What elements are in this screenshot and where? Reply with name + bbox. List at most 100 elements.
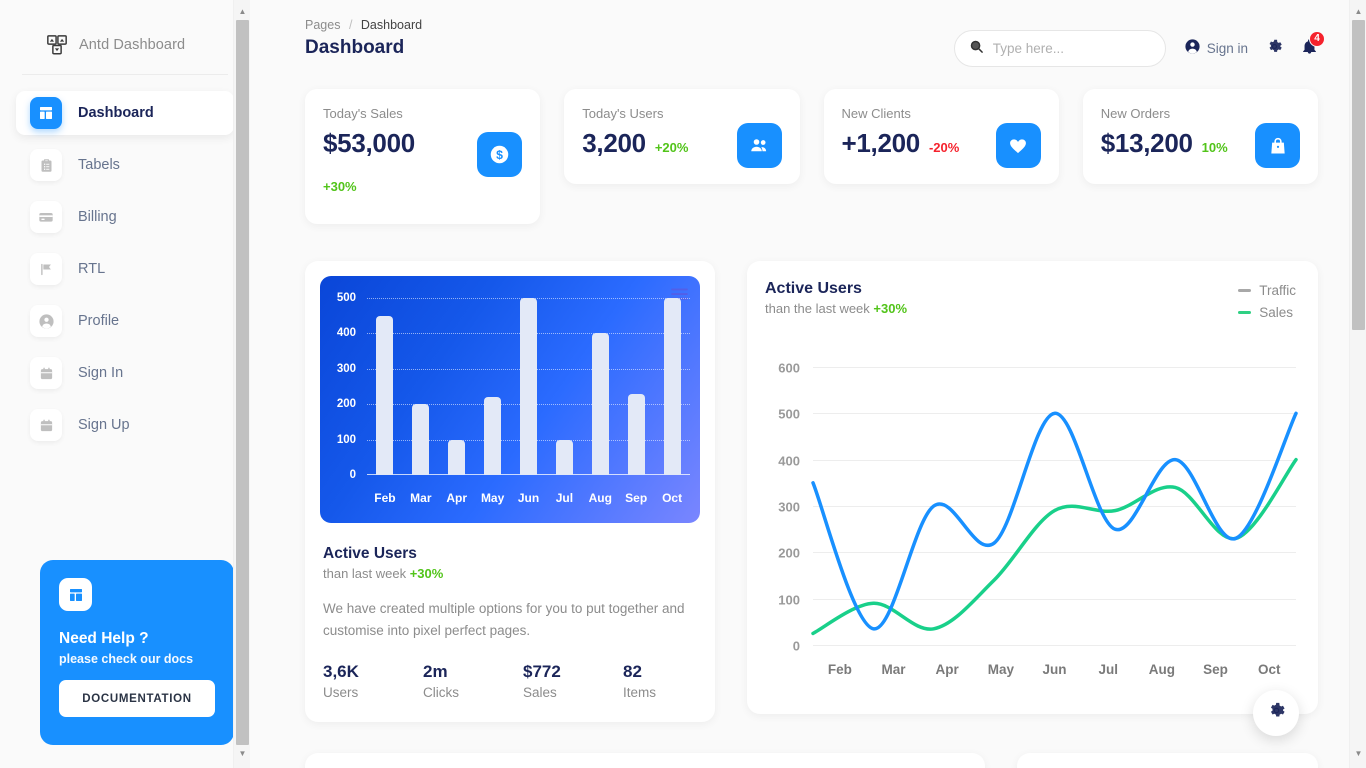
- layout-logo-icon: [46, 34, 68, 56]
- line-chart-y-tick: 300: [778, 499, 800, 515]
- sidebar-item-label: Profile: [78, 313, 120, 329]
- credit-card-icon: [30, 201, 62, 233]
- main-scrollbar[interactable]: ▲ ▼: [1349, 0, 1366, 768]
- line-chart-titles: Active Users than the last week +30%: [765, 280, 907, 316]
- mini-stat: $772 Sales: [523, 662, 623, 700]
- line-chart-x-tick: Feb: [827, 662, 852, 677]
- bottom-cards-row: [305, 753, 1318, 768]
- stat-card-todays-sales[interactable]: Today's Sales $53,000 +30% $: [305, 89, 541, 224]
- bottom-card-left[interactable]: [305, 753, 985, 768]
- documentation-button[interactable]: DOCUMENTATION: [59, 680, 215, 717]
- sidebar-scroll-thumb[interactable]: [236, 20, 249, 745]
- bar-chart-x-axis: Feb Mar Apr May Jun Jul Aug Sep Oct: [367, 491, 690, 505]
- line-chart-x-tick: May: [987, 662, 1014, 677]
- search-box[interactable]: [953, 30, 1166, 67]
- bar-chart-bar[interactable]: [663, 298, 681, 475]
- breadcrumb-parent[interactable]: Pages: [305, 18, 340, 32]
- bar-chart-card: 0 100 200 300 400 500 Feb Mar Apr May Jun Jul Aug Se…: [305, 261, 715, 722]
- bar-chart-bar-wrap: [367, 298, 403, 475]
- charts-row: 0 100 200 300 400 500 Feb Mar Apr May Jun Jul Aug Se…: [305, 261, 1318, 736]
- sidebar-item-rtl[interactable]: RTL: [16, 247, 234, 291]
- legend-label: Traffic: [1259, 283, 1296, 298]
- stat-value-row: $13,200 10%: [1101, 128, 1228, 159]
- sign-in-button[interactable]: Sign in: [1184, 38, 1248, 60]
- legend-item-sales[interactable]: Sales: [1238, 305, 1296, 320]
- stat-card-new-orders[interactable]: New Orders $13,200 10%: [1082, 89, 1318, 184]
- breadcrumb-current: Dashboard: [360, 18, 423, 32]
- line-series-traffic: [813, 413, 1296, 629]
- bar-chart-x-tick: Sep: [625, 491, 648, 505]
- bar-chart-card-body: Active Users than last week +30% We have…: [320, 523, 700, 700]
- bar-chart-x-tick: Aug: [588, 491, 612, 505]
- sidebar-item-dashboard[interactable]: Dashboard: [16, 91, 234, 135]
- settings-button[interactable]: [1266, 38, 1283, 60]
- scroll-down-arrow-icon[interactable]: ▼: [1350, 745, 1366, 762]
- sidebar: Antd Dashboard Dashboard Tabels Billing …: [0, 0, 250, 768]
- line-chart-y-tick: 600: [778, 360, 800, 376]
- bar-chart-bar[interactable]: [555, 439, 573, 475]
- calendar-icon: [30, 357, 62, 389]
- settings-fab-button[interactable]: [1253, 690, 1299, 736]
- scroll-down-arrow-icon[interactable]: ▼: [234, 745, 250, 762]
- line-chart-y-tick: 100: [778, 592, 800, 608]
- left-card-description: We have created multiple options for you…: [323, 601, 685, 638]
- bar-chart-bar-wrap: [654, 298, 690, 475]
- bar-chart-bar[interactable]: [591, 333, 609, 475]
- stat-delta: +20%: [654, 140, 689, 155]
- stat-value-row: +1,200 -20%: [842, 128, 960, 159]
- bar-chart-x-tick: Apr: [446, 491, 468, 505]
- sidebar-item-sign-in[interactable]: Sign In: [16, 351, 234, 395]
- bar-chart-bar[interactable]: [376, 315, 394, 475]
- main-content: Pages / Dashboard Dashboard Type here...…: [250, 0, 1366, 768]
- search-input[interactable]: [992, 41, 1151, 56]
- bottom-card-right[interactable]: [1017, 753, 1318, 768]
- left-card-title: Active Users: [323, 545, 417, 562]
- stat-delta: -20%: [928, 140, 960, 155]
- bar-chart-y-tick: 500: [336, 292, 356, 304]
- legend-item-traffic[interactable]: Traffic: [1238, 283, 1296, 298]
- sidebar-item-label: Billing: [78, 209, 117, 225]
- line-chart-series: [813, 367, 1296, 645]
- bar-chart-bar[interactable]: [520, 298, 537, 475]
- stat-delta: 10%: [1201, 140, 1228, 155]
- bar-chart-bar[interactable]: [412, 404, 430, 475]
- chart-legend: Traffic Sales: [1238, 280, 1296, 327]
- sidebar-item-sign-up[interactable]: Sign Up: [16, 403, 234, 447]
- mini-stat-value: 82: [623, 662, 642, 681]
- bar-chart-x-tick: May: [480, 491, 505, 505]
- stat-card-new-clients[interactable]: New Clients +1,200 -20%: [823, 89, 1059, 184]
- bar-chart-bar-wrap: [546, 298, 582, 475]
- sidebar-scrollbar[interactable]: ▲ ▼: [233, 0, 250, 768]
- brand-label: Antd Dashboard: [79, 37, 186, 53]
- scroll-up-arrow-icon[interactable]: ▲: [1350, 3, 1366, 20]
- notifications-button[interactable]: 4: [1301, 30, 1325, 60]
- sidebar-item-profile[interactable]: Profile: [16, 299, 234, 343]
- line-chart-x-tick: Jul: [1098, 662, 1118, 677]
- bar-chart-bar[interactable]: [484, 397, 502, 475]
- page-title: Dashboard: [305, 37, 405, 58]
- sidebar-item-label: RTL: [78, 261, 106, 277]
- stat-card-body: Today's Users 3,200 +20%: [582, 106, 688, 159]
- stat-card-todays-users[interactable]: Today's Users 3,200 +20%: [564, 89, 800, 184]
- sidebar-item-billing[interactable]: Billing: [16, 195, 234, 239]
- search-icon: [969, 39, 984, 59]
- bar-chart-bar[interactable]: [448, 439, 466, 475]
- help-subtitle: please check our docs: [59, 652, 194, 666]
- legend-swatch-icon: [1238, 311, 1252, 314]
- line-chart-y-tick: 400: [778, 453, 800, 469]
- stat-card-body: Today's Sales $53,000 +30%: [323, 106, 415, 194]
- sidebar-item-label: Dashboard: [78, 105, 154, 121]
- brand[interactable]: Antd Dashboard: [0, 0, 250, 56]
- bar-chart-bar-wrap: [403, 298, 439, 475]
- stat-delta: +30%: [323, 179, 357, 194]
- scroll-up-arrow-icon[interactable]: ▲: [234, 3, 250, 20]
- topbar: Pages / Dashboard Dashboard Type here...…: [305, 18, 1325, 67]
- bar-chart-bar[interactable]: [627, 393, 645, 475]
- sidebar-item-tabels[interactable]: Tabels: [16, 143, 234, 187]
- gear-icon: [1266, 38, 1283, 60]
- left-card-subtitle-delta: +30%: [409, 566, 444, 581]
- mini-stat-label: Items: [623, 685, 657, 700]
- stat-label: Today's Users: [582, 106, 664, 121]
- line-chart-gridline: 0: [793, 639, 1296, 654]
- main-scroll-thumb[interactable]: [1352, 20, 1365, 330]
